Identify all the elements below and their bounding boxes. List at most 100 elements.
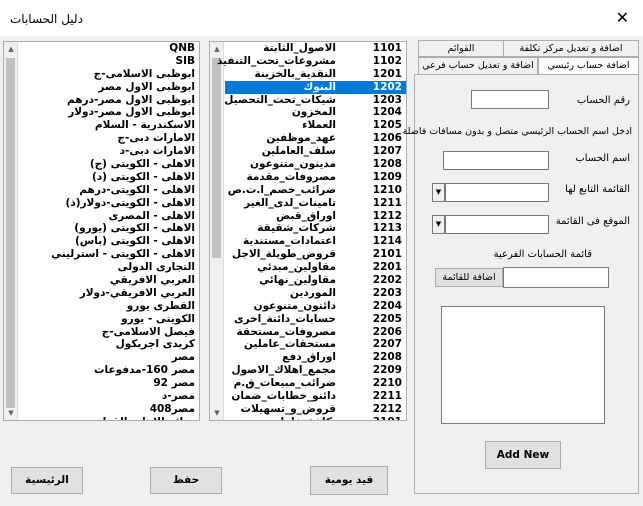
tab-sub-account[interactable]: اضافة و تعديل حساب فرعي <box>418 57 538 75</box>
bank-list-item[interactable]: العربي الافريقي-دولار <box>19 287 199 300</box>
account-code: 1205 <box>372 119 402 132</box>
bank-list-item[interactable]: الاهلى - الكويتى (د) <box>19 171 199 184</box>
bank-list-item[interactable]: كريدى اجريكول <box>19 338 199 351</box>
account-list-item[interactable]: ضرائب_مبيعات_ق.م 2210 <box>225 377 406 390</box>
account-list-item[interactable]: مقاولين_نهائي 2202 <box>225 274 406 287</box>
bank-list-item[interactable]: الاهلى - الكويتى-درهم <box>19 184 199 197</box>
position-select[interactable] <box>445 215 549 234</box>
account-list-item[interactable]: العملاء 1205 <box>225 119 406 132</box>
account-list-item[interactable]: حسابات_دائنة_اخرى 2205 <box>225 313 406 326</box>
tab-cost-center[interactable]: اضافة و تعديل مركز تكلفة <box>503 40 639 57</box>
main-account-panel: رقم الحساب ادخل اسم الحساب الرئيسي متصل … <box>403 74 639 494</box>
account-list-item[interactable]: مجمع_اهلاك_الاصول 2209 <box>225 364 406 377</box>
account-list-item[interactable]: البنوك 1202 <box>225 80 406 94</box>
daily-entry-button[interactable]: قيد يومية <box>310 466 388 495</box>
bank-list-item[interactable]: QNB <box>19 42 199 55</box>
bank-list-item[interactable]: مصر408 <box>19 403 199 416</box>
scroll-down-icon[interactable]: ▼ <box>210 406 224 420</box>
account-list-item[interactable]: الموردين 2203 <box>225 287 406 300</box>
account-code: 2205 <box>372 312 402 325</box>
account-list-item[interactable]: مدينون_متنوعون 1208 <box>225 158 406 171</box>
title-bar: دليل الحسابات ✕ <box>0 0 643 36</box>
account-list-item[interactable]: دائنون_متنوعون 2204 <box>225 300 406 313</box>
bank-list-item[interactable]: ابوظبى الاول مصر-درهم <box>19 94 199 107</box>
account-list-item[interactable]: قروض_طويلة_الاجل 2101 <box>225 248 406 261</box>
bank-list-item[interactable]: الاهلى - الكويتى - استرليني <box>19 248 199 261</box>
accounts-scrollbar[interactable]: ▲ ▼ <box>210 42 224 420</box>
account-list-item[interactable]: تامينات_لدى_الغير 1211 <box>225 197 406 210</box>
bank-list-item[interactable]: ابوظبى الاول مصر-دولار <box>19 106 199 119</box>
scroll-thumb[interactable] <box>212 58 221 258</box>
bank-list-item[interactable]: مصر 160-مدفوعات <box>19 364 199 377</box>
account-list-item[interactable]: اوراق_قبض 1212 <box>225 210 406 223</box>
account-name-input[interactable] <box>443 151 549 170</box>
bank-list-item[interactable]: الاهلى - الكويتى-دولار(ذ) <box>19 197 199 210</box>
tab-main-account[interactable]: اضافة حساب رئيسي <box>538 57 639 75</box>
home-button[interactable]: الرئيسية <box>11 467 83 494</box>
account-code: 2212 <box>372 402 402 415</box>
account-list-item[interactable]: سلف_العاملين 1207 <box>225 145 406 158</box>
scroll-up-icon[interactable]: ▲ <box>210 42 224 56</box>
account-list-item[interactable]: اعتمادات_مستندية 1214 <box>225 235 406 248</box>
account-code: 3101 <box>362 416 402 420</box>
account-list-item[interactable]: النقدية_بالخزينة 1201 <box>225 68 406 81</box>
close-icon[interactable]: ✕ <box>616 8 629 28</box>
account-code: 1213 <box>372 222 402 235</box>
accounts-listbox[interactable]: ▲ ▼ الاصول_الثابتة 1101 مشروعات_تحت_التنفي… <box>209 41 407 421</box>
account-list-item[interactable]: اوراق_دفع 2208 <box>225 351 406 364</box>
account-list-item[interactable]: مصروفات_مقدمة 1209 <box>225 171 406 184</box>
account-name: ضرائب_مبيعات_ق.م <box>233 377 336 390</box>
account-list-item[interactable]: دائنو_خطابات_ضمان 2211 <box>225 390 406 403</box>
bank-list-item[interactable]: الاهلى - المصرى <box>19 210 199 223</box>
account-list-item[interactable]: الاصول_الثابتة 1101 <box>225 42 406 55</box>
bank-list-item[interactable]: ابوظبى الاول مصر <box>19 81 199 94</box>
account-list-item[interactable]: عهد_موظفين 1206 <box>225 132 406 145</box>
account-name: حسابات_دائنة_اخرى <box>233 312 336 325</box>
tab-lists[interactable]: القوائم <box>418 40 504 57</box>
bank-list-item[interactable]: SIB <box>19 55 199 68</box>
account-list-item[interactable]: ضرائب_خصم_ا.ت.ص 1210 <box>225 184 406 197</box>
account-code: 1203 <box>372 93 402 106</box>
save-button[interactable]: حفظ <box>150 467 222 494</box>
banks-scrollbar[interactable]: ▲ ▼ <box>4 42 18 420</box>
bank-list-item[interactable]: القطرى يورو <box>19 300 199 313</box>
account-name: شيكات_تحت_التحصيل <box>224 93 336 106</box>
account-list-item[interactable]: قروض_و_تسهيلات 2212 <box>225 403 406 416</box>
sub-accounts-textarea[interactable] <box>441 306 605 424</box>
bank-list-item[interactable]: مصر-د <box>19 390 199 403</box>
bank-list-item[interactable]: الكويتى - يورو <box>19 313 199 326</box>
add-to-list-button[interactable]: اضافة للقائمة <box>435 268 503 287</box>
account-list-item[interactable]: مستحقات_عاملين 2207 <box>225 338 406 351</box>
bank-list-item[interactable]: الاهلى - الكويتى (باس) <box>19 235 199 248</box>
sub-account-input[interactable] <box>503 267 609 288</box>
account-number-input[interactable] <box>471 90 549 109</box>
bank-list-item[interactable]: مصر 92 <box>19 377 199 390</box>
bank-list-item[interactable]: التجارى الدولى <box>19 261 199 274</box>
bank-list-item[interactable]: الامارات دبى-ج <box>19 132 199 145</box>
account-list-item[interactable]: مصروفات_مستحقة 2206 <box>225 326 406 339</box>
account-list-item[interactable]: تكلفة_خامات 3101 <box>225 416 406 420</box>
bank-list-item[interactable]: الامارات دبى-د <box>19 145 199 158</box>
bank-list-item[interactable]: ابوظبى الاسلامى-ج <box>19 68 199 81</box>
scroll-thumb[interactable] <box>6 58 15 408</box>
bank-list-item[interactable]: فيصل الاسلامى-ج <box>19 326 199 339</box>
bank-list-item[interactable]: الاهلى - الكويتى (يورو) <box>19 222 199 235</box>
chevron-down-icon[interactable]: ▼ <box>432 183 445 202</box>
banks-listbox[interactable]: ▲ ▼ QNB SIB ابوظبى الاسلامى-ج ابوظبى الاول … <box>3 41 200 421</box>
account-list-item[interactable]: المخزون 1204 <box>225 106 406 119</box>
bank-list-item[interactable]: مصر <box>19 351 199 364</box>
scroll-up-icon[interactable]: ▲ <box>4 42 18 56</box>
account-list-item[interactable]: مقاولين_مبدئي 2201 <box>225 261 406 274</box>
account-list-item[interactable]: شركات_شقيقة 1213 <box>225 222 406 235</box>
chevron-down-icon[interactable]: ▼ <box>432 215 445 234</box>
bank-list-item[interactable]: الاهلى - الكويتى (ج) <box>19 158 199 171</box>
add-new-button[interactable]: Add New <box>485 441 561 469</box>
parent-list-select[interactable] <box>445 183 549 202</box>
account-list-item[interactable]: مشروعات_تحت_التنفيذ 1102 <box>217 55 406 68</box>
account-list-item[interactable]: شيكات_تحت_التحصيل 1203 <box>224 93 406 107</box>
account-name: عهد_موظفين <box>266 132 336 145</box>
scroll-down-icon[interactable]: ▼ <box>4 406 18 420</box>
bank-list-item[interactable]: ودائع الاهلى القطرى <box>19 416 199 420</box>
bank-list-item[interactable]: العربي الافريقي <box>19 274 199 287</box>
bank-list-item[interactable]: الاسكندرية - السلام <box>19 119 199 132</box>
